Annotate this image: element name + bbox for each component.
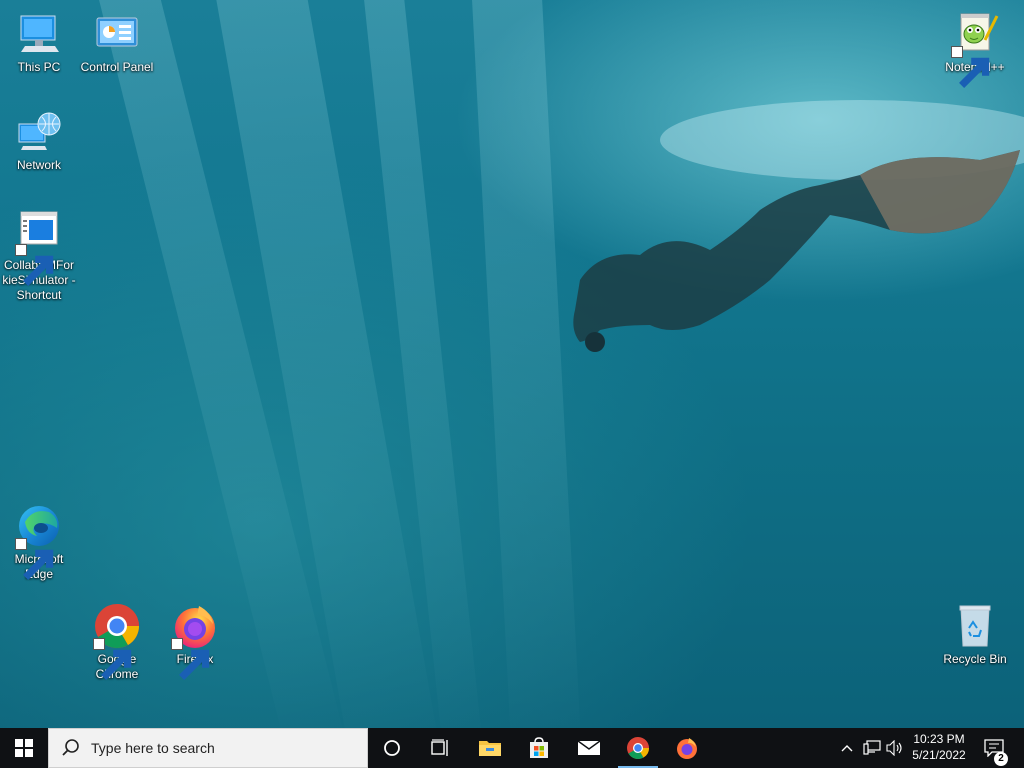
cortana-button[interactable]: [368, 728, 416, 768]
task-view-icon: [431, 739, 448, 756]
notepadpp-shortcut[interactable]: Notepad++: [936, 10, 1014, 88]
mail-button[interactable]: [565, 728, 613, 768]
volume-icon: [886, 740, 902, 756]
diver-silhouette: [573, 100, 1024, 352]
file-explorer-icon: [479, 741, 501, 756]
action-center-button[interactable]: 2: [978, 728, 1010, 768]
microsoft-store-button[interactable]: [515, 728, 563, 768]
windows-logo-icon: [15, 739, 33, 757]
google-chrome-shortcut[interactable]: Google Chrome: [78, 602, 156, 682]
collabvm-icon: [15, 208, 63, 286]
shortcut-arrow-icon: [171, 638, 210, 680]
shortcut-arrow-icon: [15, 538, 54, 580]
collabvm-shortcut[interactable]: CollabVMFor kieSimulator - Shortcut: [0, 208, 78, 303]
shortcut-arrow-icon: [93, 638, 132, 680]
microsoft-edge-icon: [15, 502, 63, 580]
network-label: Network: [16, 158, 61, 172]
microsoft-store-icon: [530, 737, 548, 758]
shortcut-arrow-icon: [15, 244, 54, 286]
chrome-icon: [627, 737, 649, 759]
clock-date: 5/21/2022: [912, 748, 966, 762]
search-placeholder: Type here to search: [91, 740, 215, 756]
recycle-bin-icon: [951, 602, 999, 650]
this-pc-icon: [15, 10, 63, 58]
network-tray-button[interactable]: [860, 728, 884, 768]
taskbar: Type here to search 10:23 PM 5/21/2022 2: [0, 728, 1024, 768]
mail-icon: [577, 740, 601, 755]
network-shortcut[interactable]: Network: [0, 108, 78, 173]
control-panel-icon: [93, 10, 141, 58]
search-box[interactable]: Type here to search: [48, 728, 368, 768]
network-icon: [15, 108, 63, 156]
cortana-icon: [384, 740, 400, 756]
shortcut-arrow-icon: [951, 46, 990, 88]
network-tray-icon: [863, 740, 881, 755]
volume-tray-button[interactable]: [884, 728, 906, 768]
notepadpp-icon: [951, 10, 999, 88]
chevron-up-icon: [841, 745, 853, 752]
notification-count-badge: 2: [994, 752, 1008, 766]
task-view-button[interactable]: [416, 728, 464, 768]
firefox-icon: [677, 738, 697, 759]
file-explorer-button[interactable]: [466, 728, 514, 768]
clock[interactable]: 10:23 PM 5/21/2022: [904, 731, 974, 763]
search-icon: [62, 739, 79, 756]
this-pc-label: This PC: [17, 60, 61, 74]
recycle-bin-shortcut[interactable]: Recycle Bin: [936, 602, 1014, 667]
this-pc-shortcut[interactable]: This PC: [0, 10, 78, 75]
desktop-wallpaper: This PC Control Panel Network CollabVMFo…: [0, 0, 1024, 728]
microsoft-edge-shortcut[interactable]: Microsoft Edge: [0, 502, 78, 582]
control-panel-label: Control Panel: [80, 60, 154, 74]
google-chrome-icon: [93, 602, 141, 680]
firefox-icon: [171, 602, 219, 680]
control-panel-shortcut[interactable]: Control Panel: [78, 10, 156, 75]
chrome-taskbar-button[interactable]: [614, 728, 662, 768]
clock-time: 10:23 PM: [913, 732, 965, 746]
show-hidden-icons-button[interactable]: [836, 728, 858, 768]
recycle-bin-label: Recycle Bin: [943, 652, 1007, 666]
start-button[interactable]: [0, 728, 48, 768]
firefox-shortcut[interactable]: Firefox: [156, 602, 234, 680]
firefox-taskbar-button[interactable]: [663, 728, 711, 768]
